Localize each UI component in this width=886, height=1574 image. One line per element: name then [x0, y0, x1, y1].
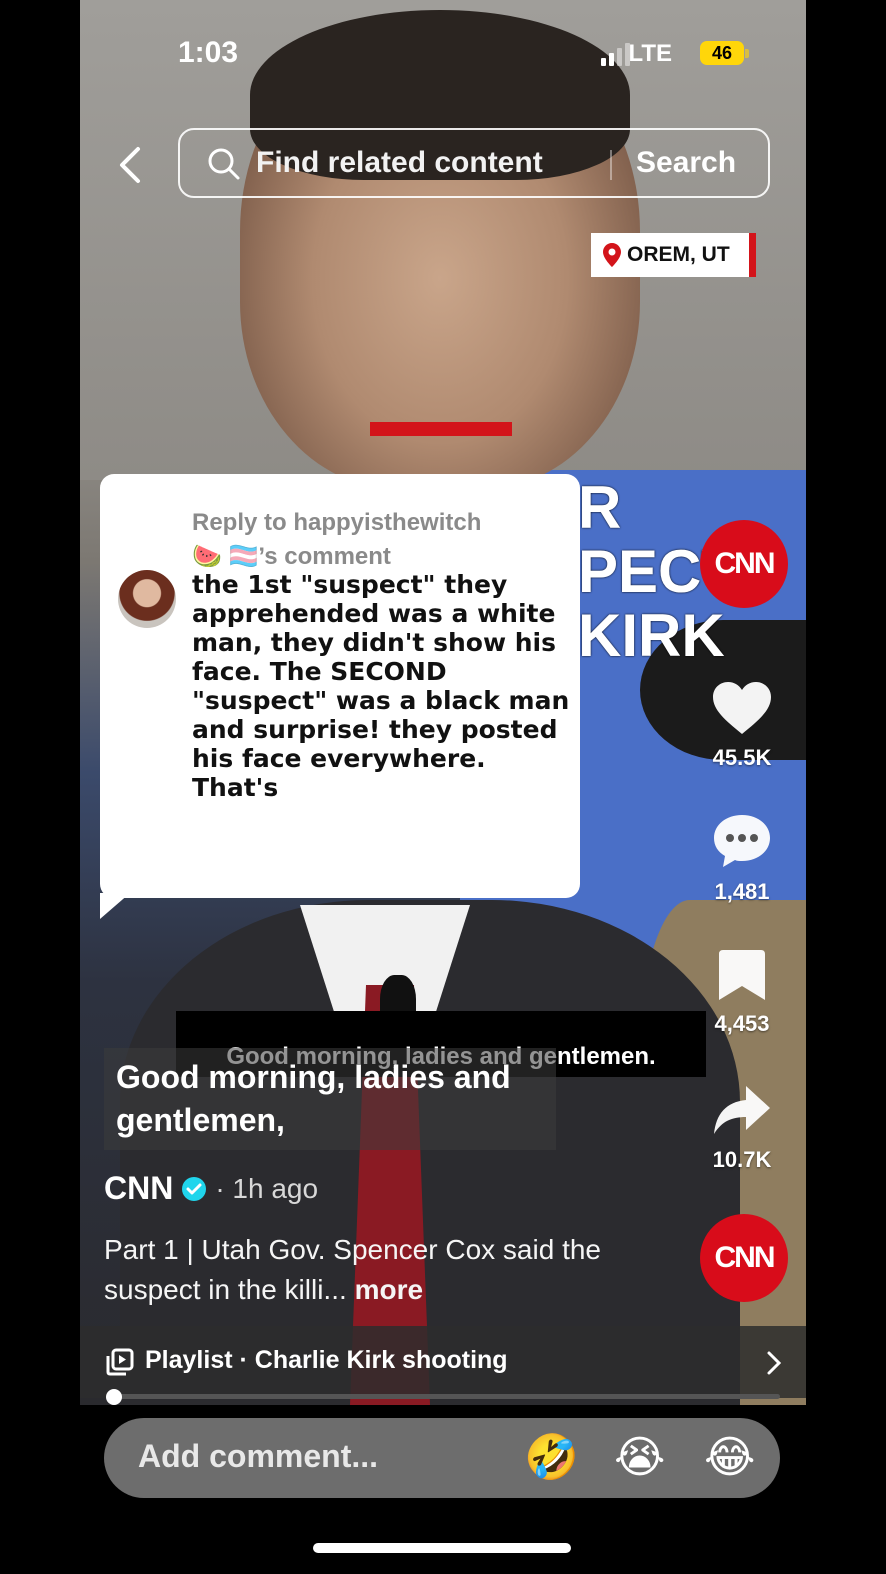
- video-progress-knob[interactable]: [106, 1389, 122, 1405]
- reply-to-line-2: 🍉 🏳️‍⚧️’s comment: [192, 543, 391, 570]
- headline-line-3: KIRK: [578, 602, 725, 669]
- search-icon: [208, 148, 240, 180]
- commenter-avatar[interactable]: [118, 570, 176, 628]
- home-indicator[interactable]: [313, 1543, 571, 1553]
- playlist-bar[interactable]: Playlist · Charlie Kirk shooting: [80, 1326, 806, 1398]
- live-caption: Good morning, ladies and gentlemen,: [104, 1048, 556, 1150]
- reply-comment-card[interactable]: Reply to happyisthewitch 🍉 🏳️‍⚧️’s comme…: [100, 474, 580, 898]
- signal-icon: [601, 42, 630, 66]
- sound-avatar[interactable]: CNN: [700, 1214, 788, 1302]
- share-icon[interactable]: [712, 1082, 772, 1138]
- like-action[interactable]: 45.5K: [700, 680, 784, 771]
- search-divider: [610, 150, 612, 180]
- chevron-right-icon[interactable]: [766, 1350, 782, 1376]
- reply-to-heading: Reply to happyisthewitch 🍉 🏳️‍⚧️’s comme…: [192, 506, 562, 574]
- post-time: · 1h ago: [215, 1172, 319, 1204]
- status-time: 1:03: [178, 36, 239, 69]
- comment-bar[interactable]: Add comment... 🤣 😭 😂: [104, 1418, 780, 1498]
- channel-avatar[interactable]: CNN: [700, 520, 788, 608]
- battery-level: 46: [711, 42, 733, 63]
- comment-icon[interactable]: [711, 812, 773, 870]
- emoji-joy-button[interactable]: 😂: [704, 1430, 755, 1486]
- video-progress-track[interactable]: [112, 1394, 780, 1399]
- search-input[interactable]: Find related content: [256, 146, 543, 180]
- playlist-icon: [106, 1348, 134, 1376]
- post-author-row[interactable]: CNN · 1h ago: [104, 1170, 318, 1207]
- channel-avatar-label: CNN: [714, 547, 776, 580]
- post-description-text: Part 1 | Utah Gov. Spencer Cox said the …: [104, 1234, 601, 1305]
- emoji-crying-button[interactable]: 😭: [614, 1430, 665, 1486]
- battery-nub: [745, 49, 749, 58]
- comment-count: 1,481: [714, 879, 770, 904]
- reply-card-tail: [100, 893, 130, 919]
- post-description[interactable]: Part 1 | Utah Gov. Spencer Cox said the …: [104, 1230, 664, 1310]
- status-bar: 1:03 LTE 46: [80, 0, 806, 110]
- comment-input[interactable]: Add comment...: [138, 1438, 378, 1475]
- back-icon[interactable]: [112, 143, 152, 187]
- share-action[interactable]: 10.7K: [700, 1082, 784, 1173]
- like-count: 45.5K: [712, 745, 772, 770]
- comment-action[interactable]: 1,481: [700, 812, 784, 905]
- location-label: OREM, UT: [627, 243, 730, 266]
- sound-avatar-label: CNN: [714, 1241, 776, 1274]
- author-name[interactable]: CNN: [104, 1170, 173, 1207]
- emoji-rofl-button[interactable]: 🤣: [524, 1430, 579, 1486]
- location-tag: OREM, UT: [591, 233, 756, 277]
- bookmark-icon[interactable]: [717, 948, 767, 1002]
- location-pin-icon: [603, 243, 621, 267]
- reply-to-line: Reply to happyisthewitch: [192, 509, 482, 536]
- search-bar[interactable]: Find related content Search: [178, 128, 770, 198]
- more-link[interactable]: more: [355, 1274, 423, 1305]
- save-action[interactable]: 4,453: [700, 948, 784, 1037]
- search-button[interactable]: Search: [636, 146, 736, 180]
- verified-icon: [182, 1176, 207, 1201]
- network-label: LTE: [628, 40, 672, 67]
- playlist-label: Playlist · Charlie Kirk shooting: [145, 1346, 508, 1374]
- reply-comment-text: the 1st "suspect" they apprehended was a…: [192, 570, 570, 802]
- battery-icon: 46: [700, 41, 744, 65]
- save-count: 4,453: [714, 1011, 770, 1036]
- share-count: 10.7K: [712, 1147, 772, 1172]
- video-red-bar: [370, 422, 512, 436]
- heart-icon[interactable]: [711, 680, 773, 736]
